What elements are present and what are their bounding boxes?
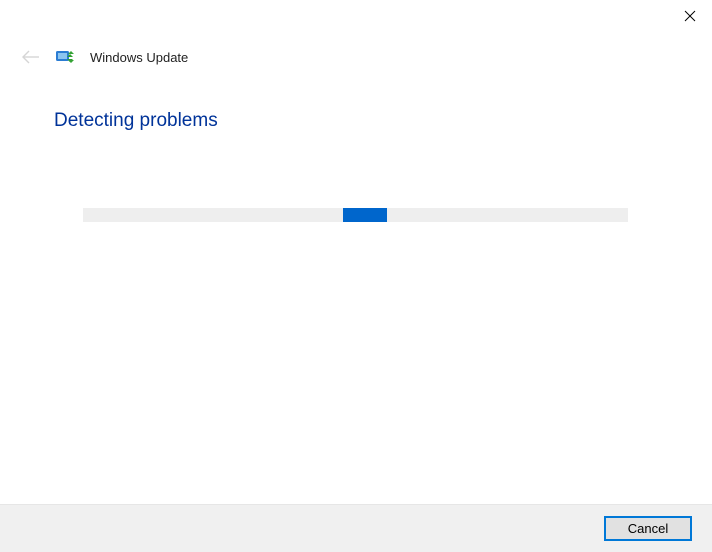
cancel-button-label: Cancel — [628, 521, 668, 536]
close-button[interactable] — [667, 1, 712, 31]
cancel-button[interactable]: Cancel — [604, 516, 692, 541]
header-row: Windows Update — [20, 48, 188, 66]
app-title: Windows Update — [90, 50, 188, 65]
progress-indicator — [343, 208, 387, 222]
back-arrow-icon — [21, 50, 41, 64]
progress-bar — [83, 208, 628, 222]
troubleshooter-icon — [56, 49, 76, 65]
titlebar — [667, 0, 712, 32]
back-button — [20, 48, 42, 66]
footer: Cancel — [0, 504, 712, 552]
close-icon — [684, 10, 696, 22]
page-heading: Detecting problems — [54, 110, 218, 132]
